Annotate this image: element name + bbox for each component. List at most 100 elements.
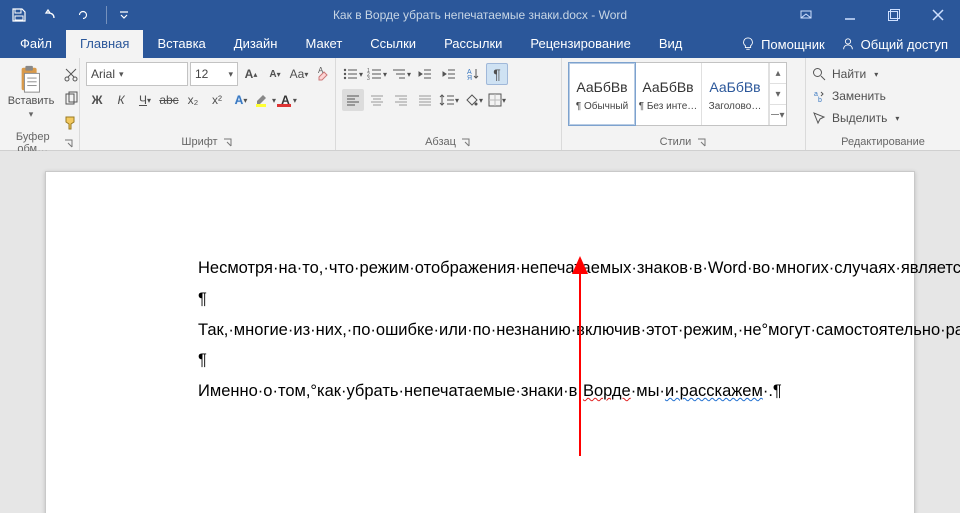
tab-mailings[interactable]: Рассылки: [430, 30, 516, 58]
style-heading1[interactable]: АаБбВв Заголово…: [702, 63, 769, 125]
align-justify-icon: [418, 94, 432, 106]
tab-design[interactable]: Дизайн: [220, 30, 292, 58]
redo-button[interactable]: [70, 2, 96, 28]
increase-size-button[interactable]: A▴: [240, 63, 262, 85]
close-button[interactable]: [916, 0, 960, 30]
text-effects-button[interactable]: A▾: [230, 89, 252, 111]
line-spacing-button[interactable]: ▾: [438, 89, 460, 111]
select-button[interactable]: Выделить ▾: [812, 108, 899, 128]
font-size-combo[interactable]: 12 ▾: [190, 62, 238, 86]
strikethrough-button[interactable]: abc: [158, 89, 180, 111]
tab-view[interactable]: Вид: [645, 30, 697, 58]
paragraph: Именно·о·том,°как·убрать·непечатаемые·зн…: [164, 379, 829, 404]
dialog-launcher-icon[interactable]: [222, 136, 234, 148]
style-preview: АаБбВв: [642, 79, 693, 95]
group-editing: Найти ▾ ab Заменить Выделить ▾ Редактиро…: [806, 58, 960, 150]
numbering-button[interactable]: 123▾: [366, 63, 388, 85]
multilevel-button[interactable]: ▾: [390, 63, 412, 85]
ribbon-tabs: Файл Главная Вставка Дизайн Макет Ссылки…: [0, 30, 960, 58]
borders-icon: [488, 93, 502, 107]
chevron-down-icon: ▾: [29, 109, 34, 120]
group-font-label: Шрифт: [86, 134, 329, 150]
cursor-icon: [812, 111, 826, 125]
style-nospacing[interactable]: АаБбВв ¶ Без инте…: [635, 63, 702, 125]
page[interactable]: Несмотря·на·то,·что·режим·отображения·не…: [45, 171, 915, 513]
find-label: Найти: [832, 67, 866, 81]
group-paragraph: ▾ 123▾ ▾ AЯ: [336, 58, 562, 150]
chevron-down-icon: ▾: [228, 69, 233, 80]
restore-button[interactable]: [872, 0, 916, 30]
align-justify-button[interactable]: [414, 89, 436, 111]
minimize-button[interactable]: [828, 0, 872, 30]
bullets-button[interactable]: ▾: [342, 63, 364, 85]
numbering-icon: 123: [367, 67, 383, 81]
font-color-button[interactable]: A ▾: [278, 89, 300, 111]
clear-formatting-button[interactable]: A: [312, 63, 334, 85]
style-preview: АаБбВв: [576, 79, 627, 95]
tab-review[interactable]: Рецензирование: [516, 30, 644, 58]
increase-indent-button[interactable]: [438, 63, 460, 85]
highlight-icon: [254, 92, 272, 108]
paragraph: Так,·многие·из·них,·по·ошибке·или·по·нез…: [164, 318, 829, 343]
highlight-button[interactable]: ▾: [254, 89, 276, 111]
tab-file[interactable]: Файл: [6, 30, 66, 58]
styles-more-button[interactable]: ▾: [770, 104, 786, 125]
tab-references[interactable]: Ссылки: [356, 30, 430, 58]
styles-gallery[interactable]: АаБбВв ¶ Обычный АаБбВв ¶ Без инте… АаБб…: [568, 62, 787, 126]
styles-up-button[interactable]: ▴: [770, 63, 786, 83]
undo-button[interactable]: [38, 2, 64, 28]
chevron-down-icon: ▾: [895, 114, 899, 123]
borders-button[interactable]: ▾: [486, 89, 508, 111]
style-name: Заголово…: [709, 101, 762, 112]
tell-me-field[interactable]: Помощник: [741, 37, 825, 52]
qat-customize-button[interactable]: [117, 2, 131, 28]
svg-text:Я: Я: [467, 75, 472, 81]
find-button[interactable]: Найти ▾: [812, 64, 899, 84]
align-right-button[interactable]: [390, 89, 412, 111]
sort-button[interactable]: AЯ: [462, 63, 484, 85]
superscript-button[interactable]: x²: [206, 89, 228, 111]
align-left-button[interactable]: [342, 89, 364, 111]
change-case-button[interactable]: Aa▾: [288, 63, 310, 85]
styles-down-button[interactable]: ▾: [770, 83, 786, 104]
tab-home[interactable]: Главная: [66, 30, 143, 58]
tab-insert[interactable]: Вставка: [143, 30, 219, 58]
svg-text:3: 3: [367, 76, 370, 81]
italic-button[interactable]: К: [110, 89, 132, 111]
quick-access-toolbar: [0, 2, 131, 28]
shading-button[interactable]: ▾: [462, 89, 484, 111]
show-hide-marks-button[interactable]: ¶: [486, 63, 508, 85]
group-editing-label: Редактирование: [812, 134, 954, 150]
font-name-combo[interactable]: Arial ▾: [86, 62, 188, 86]
paragraph: Несмотря·на·то,·что·режим·отображения·не…: [164, 256, 829, 281]
paste-label: Вставить: [8, 96, 55, 108]
dialog-launcher-icon[interactable]: [460, 136, 472, 148]
format-painter-button[interactable]: [60, 112, 82, 134]
paste-button[interactable]: Вставить ▾: [6, 62, 56, 134]
bullets-icon: [343, 67, 359, 81]
cut-button[interactable]: [60, 64, 82, 86]
dialog-launcher-icon[interactable]: [695, 136, 707, 148]
svg-text:A: A: [318, 66, 324, 75]
subscript-button[interactable]: x₂: [182, 89, 204, 111]
replace-label: Заменить: [832, 89, 886, 103]
multilevel-icon: [391, 67, 407, 81]
decrease-indent-button[interactable]: [414, 63, 436, 85]
ribbon-options-button[interactable]: [784, 0, 828, 30]
share-button[interactable]: Общий доступ: [841, 37, 948, 52]
group-clipboard: Вставить ▾ Буфер обм…: [0, 58, 80, 150]
style-normal[interactable]: АаБбВв ¶ Обычный: [568, 62, 636, 126]
font-name-value: Arial: [91, 67, 115, 81]
window-title: Как в Ворде убрать непечатаемые знаки.do…: [333, 8, 627, 22]
chevron-down-icon: ▾: [119, 69, 124, 80]
tab-layout[interactable]: Макет: [291, 30, 356, 58]
decrease-size-button[interactable]: A▾: [264, 63, 286, 85]
chevron-down-icon: ▾: [874, 70, 878, 79]
underline-button[interactable]: Ч▾: [134, 89, 156, 111]
align-center-button[interactable]: [366, 89, 388, 111]
save-button[interactable]: [6, 2, 32, 28]
replace-button[interactable]: ab Заменить: [812, 86, 899, 106]
copy-button[interactable]: [60, 88, 82, 110]
dialog-launcher-icon[interactable]: [63, 137, 73, 149]
bold-button[interactable]: Ж: [86, 89, 108, 111]
